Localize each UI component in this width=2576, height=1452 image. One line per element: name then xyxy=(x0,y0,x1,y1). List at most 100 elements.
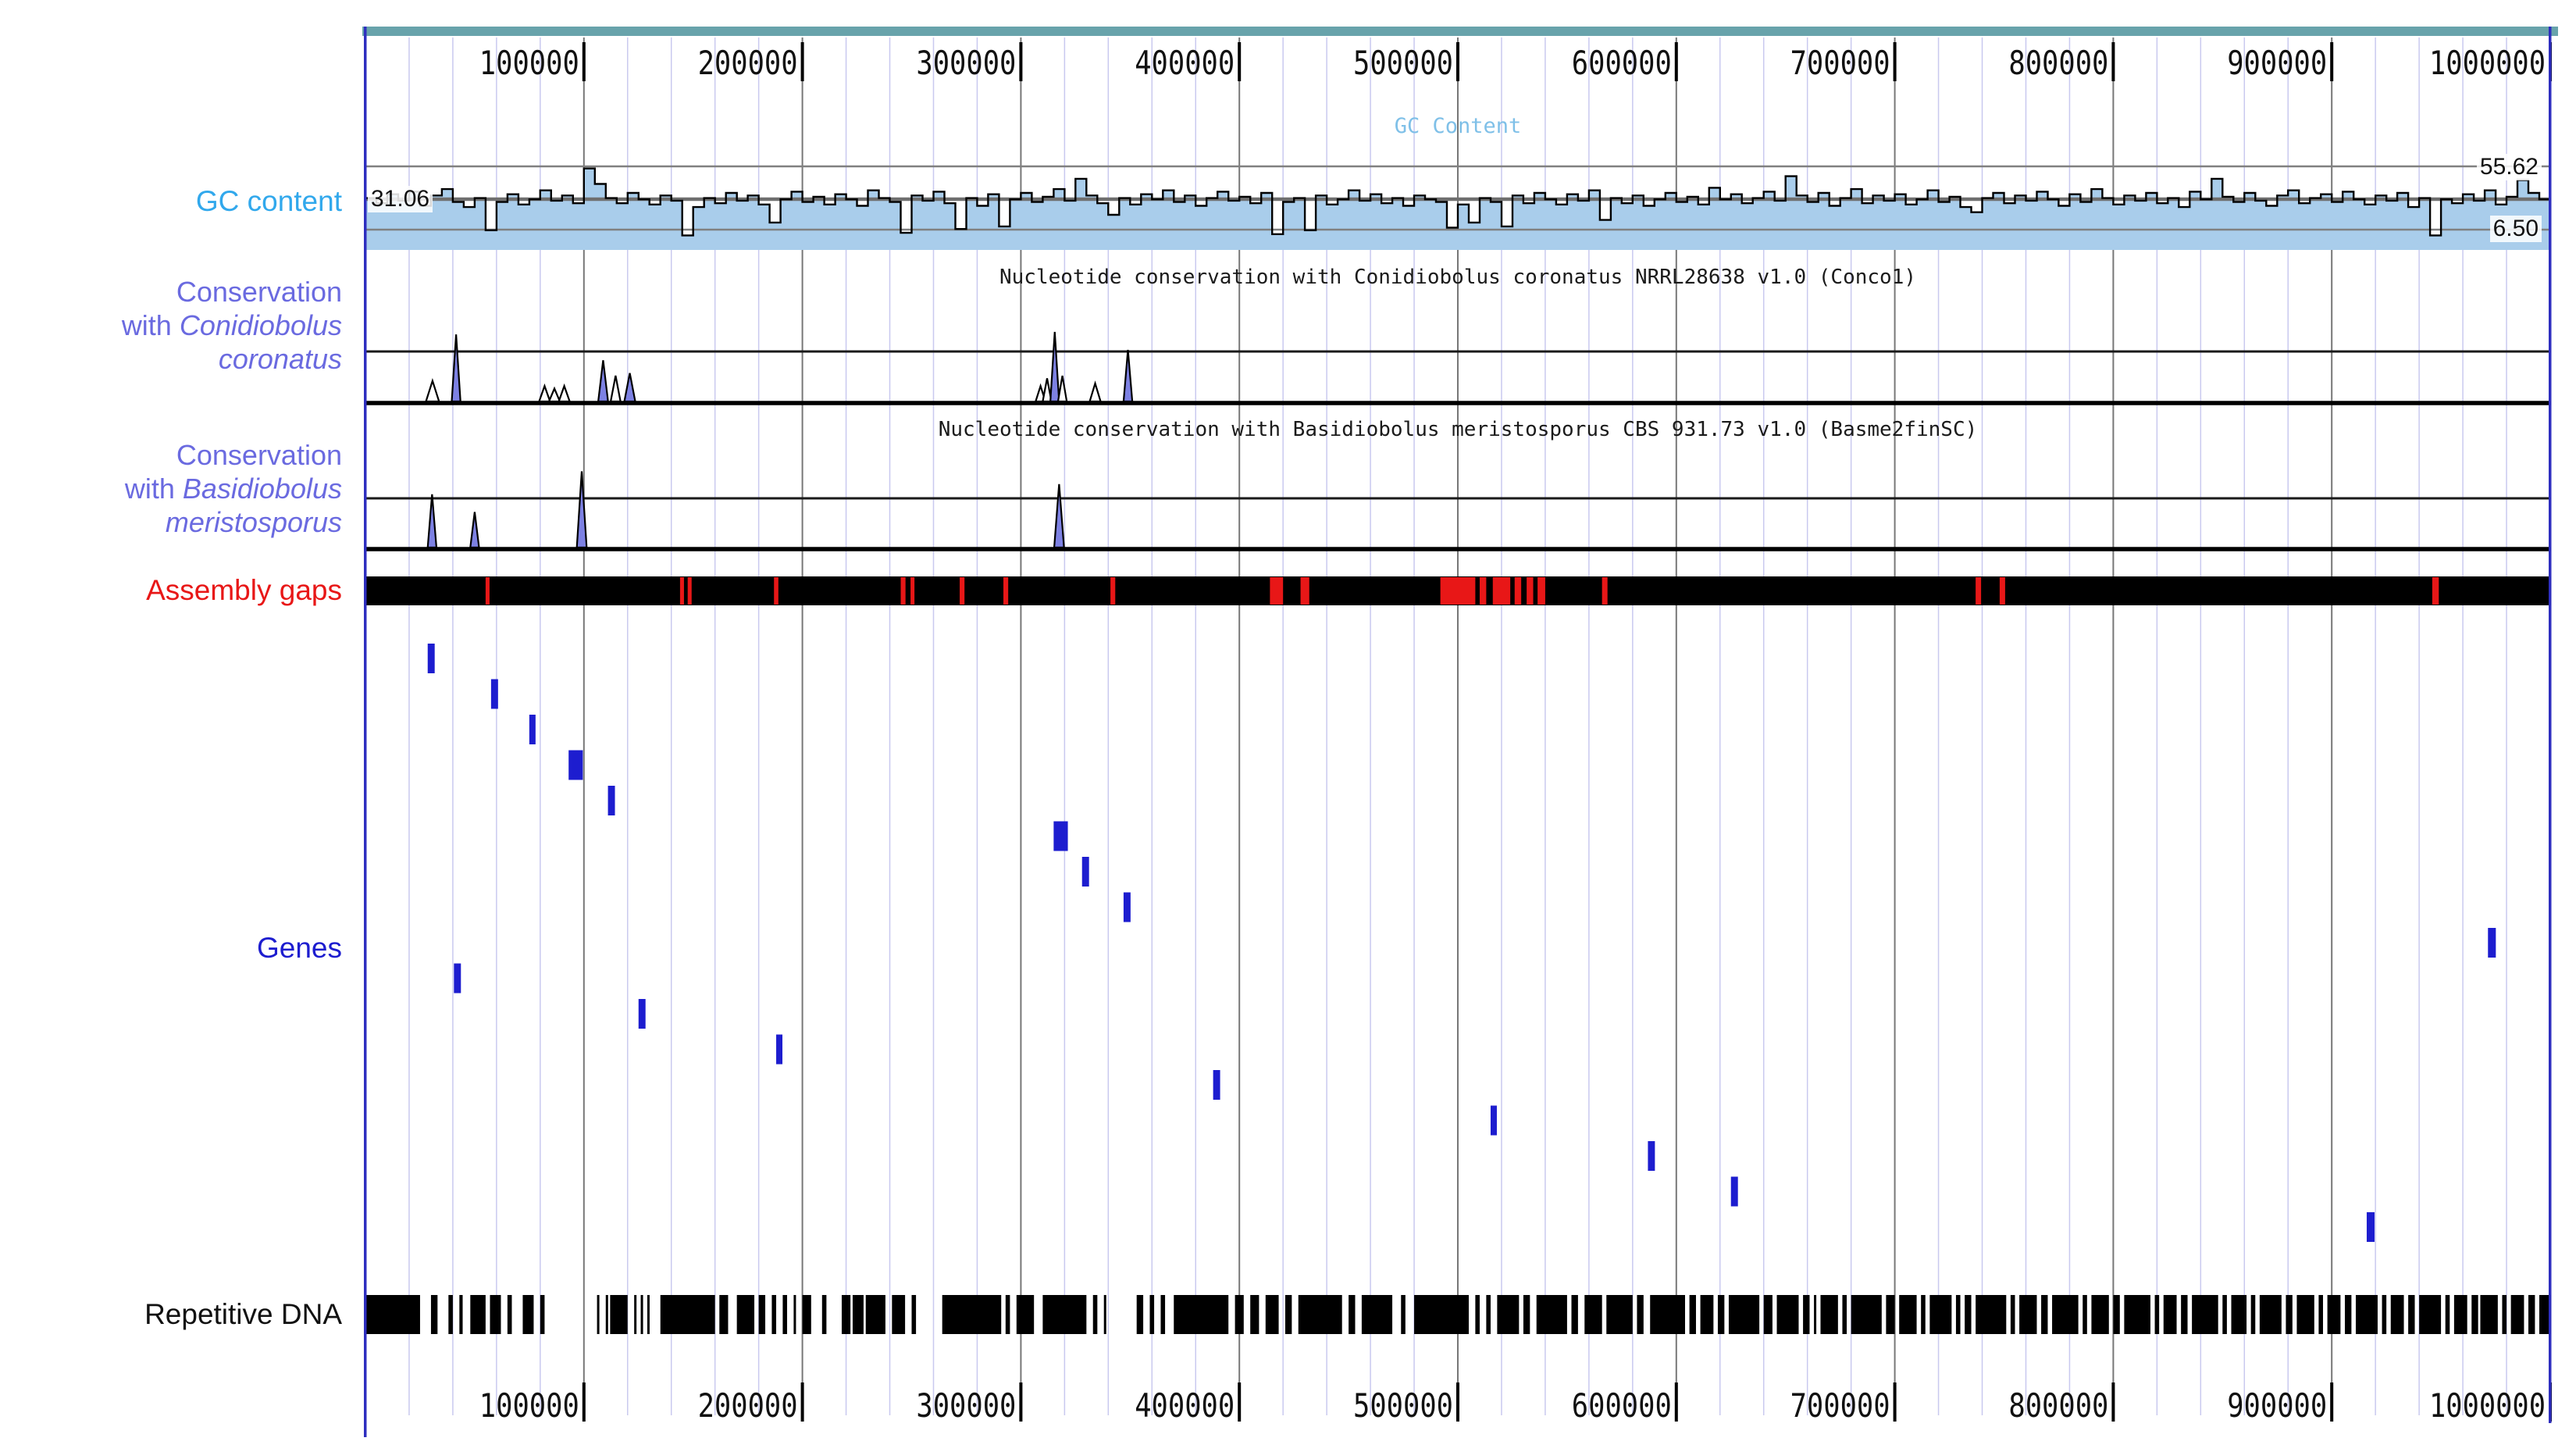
ruler-tick-label: 400000 xyxy=(1135,1386,1235,1425)
ruler-tick-label: 900000 xyxy=(2227,1386,2327,1425)
assembly-gap xyxy=(486,577,490,605)
gene-box[interactable] xyxy=(776,1035,782,1065)
repeat-segment xyxy=(2231,1295,2246,1334)
ruler-tick-label: 100000 xyxy=(479,1386,579,1425)
gene-box[interactable] xyxy=(1648,1141,1655,1171)
gene-box[interactable] xyxy=(1491,1106,1497,1136)
panel-top-bar xyxy=(362,27,2558,36)
ruler-tick-label: 200000 xyxy=(698,1386,798,1425)
genome-panel: 1000002000003000004000005000006000007000… xyxy=(0,0,2576,1452)
repeat-segment xyxy=(2480,1295,2497,1334)
ruler-tick xyxy=(1456,42,1459,81)
repeat-segment xyxy=(2471,1295,2478,1334)
gene-box[interactable] xyxy=(1053,822,1067,851)
conservation_basme2-peak xyxy=(428,494,436,548)
ruler-tick-label: 1000000 xyxy=(2429,1386,2546,1425)
panel-left-border xyxy=(364,27,367,1437)
repeat-segment xyxy=(1266,1295,1279,1334)
gene-box[interactable] xyxy=(428,644,435,673)
label-line: Conservation xyxy=(0,275,342,309)
ruler-tick xyxy=(583,1382,586,1422)
assembly-gap xyxy=(680,577,684,605)
repeat-segment xyxy=(1475,1295,1480,1334)
assembly-gap xyxy=(1270,577,1283,605)
repeat-segment xyxy=(1718,1295,1724,1334)
repeat-segment xyxy=(782,1295,787,1334)
conservation_conco1-peak xyxy=(426,381,440,401)
assembly-gap xyxy=(1301,577,1309,605)
repeat-segment xyxy=(448,1295,453,1334)
gene-box[interactable] xyxy=(1082,857,1089,887)
conservation_conco1-peak xyxy=(1090,384,1101,401)
assembly-gap xyxy=(2432,577,2439,605)
ruler-tick xyxy=(1019,1382,1022,1422)
repeat-segment xyxy=(2091,1295,2108,1334)
genome-browser-figure: 1000002000003000004000005000006000007000… xyxy=(0,0,2576,1452)
gene-box[interactable] xyxy=(454,964,461,994)
repeat-segment xyxy=(1537,1295,1567,1334)
ruler-tick-label: 600000 xyxy=(1572,44,1672,82)
repeat-segment xyxy=(2155,1295,2160,1334)
gene-box[interactable] xyxy=(608,786,615,815)
repeat-segment xyxy=(1921,1295,1926,1334)
repeat-segment xyxy=(647,1295,650,1334)
gene-box[interactable] xyxy=(2367,1212,2375,1242)
conservation_basme2-peak xyxy=(577,472,587,548)
repeat-segment xyxy=(1637,1295,1643,1334)
ruler-tick-label: 300000 xyxy=(916,44,1016,82)
repeat-segment xyxy=(1764,1295,1773,1334)
repeat-segment xyxy=(822,1295,827,1334)
repeat-segment xyxy=(1899,1295,1916,1334)
ruler-tick-label: 400000 xyxy=(1135,44,1235,82)
repeat-segment xyxy=(1006,1295,1010,1334)
repeat-segment xyxy=(1497,1295,1519,1334)
repeat-segment xyxy=(2251,1295,2256,1334)
gene-box[interactable] xyxy=(529,715,536,744)
repeat-segment xyxy=(842,1295,850,1334)
conservation_conco1-peak xyxy=(611,376,621,401)
gene-box[interactable] xyxy=(2488,928,2496,958)
repeat-segment xyxy=(1349,1295,1355,1334)
gene-box[interactable] xyxy=(1731,1177,1738,1207)
gene-box[interactable] xyxy=(491,680,498,709)
repeat-segment xyxy=(1174,1295,1228,1334)
repeat-segment xyxy=(1820,1295,1837,1334)
repeat-segment xyxy=(1965,1295,1971,1334)
repeat-segment xyxy=(1137,1295,1143,1334)
repeat-segment xyxy=(470,1295,486,1334)
repeat-segment xyxy=(522,1295,533,1334)
repeat-segment xyxy=(1042,1295,1086,1334)
repeat-segment xyxy=(2345,1295,2351,1334)
repeat-segment xyxy=(1886,1295,1894,1334)
repeat-segment xyxy=(2019,1295,2036,1334)
ruler-tick-label: 500000 xyxy=(1353,44,1453,82)
repeat-segment xyxy=(2318,1295,2323,1334)
ruler-tick xyxy=(2330,1382,2333,1422)
assembly-gap xyxy=(960,577,964,605)
gene-box[interactable] xyxy=(1124,893,1131,922)
repeat-segment xyxy=(365,1295,420,1334)
repeat-segment xyxy=(490,1295,501,1334)
repeat-segment xyxy=(1851,1295,1882,1334)
gc-track-title: GC Content xyxy=(365,114,2550,138)
gene-box[interactable] xyxy=(568,751,583,780)
repeat-segment xyxy=(866,1295,885,1334)
repeat-segment xyxy=(1701,1295,1714,1334)
repeat-segment xyxy=(2528,1295,2535,1334)
gene-box[interactable] xyxy=(639,999,646,1029)
ruler-tick xyxy=(1238,1382,1241,1422)
repeat-segment xyxy=(1729,1295,1759,1334)
repeat-segment xyxy=(1285,1295,1292,1334)
repeat-segment xyxy=(2296,1295,2314,1334)
label-gc-content: GC content xyxy=(0,184,353,218)
repeat-segment xyxy=(606,1295,608,1334)
conservation_basme2-peak xyxy=(470,512,479,548)
repeat-segment xyxy=(1571,1295,1577,1334)
gene-box[interactable] xyxy=(1213,1070,1220,1100)
repeat-segment xyxy=(1160,1295,1165,1334)
ruler-tick-label: 1000000 xyxy=(2429,44,2546,82)
repeat-segment xyxy=(759,1295,765,1334)
gc-mid-value: 31.06 xyxy=(368,186,433,212)
repeat-segment xyxy=(1486,1295,1491,1334)
ruler-tick xyxy=(801,42,804,81)
